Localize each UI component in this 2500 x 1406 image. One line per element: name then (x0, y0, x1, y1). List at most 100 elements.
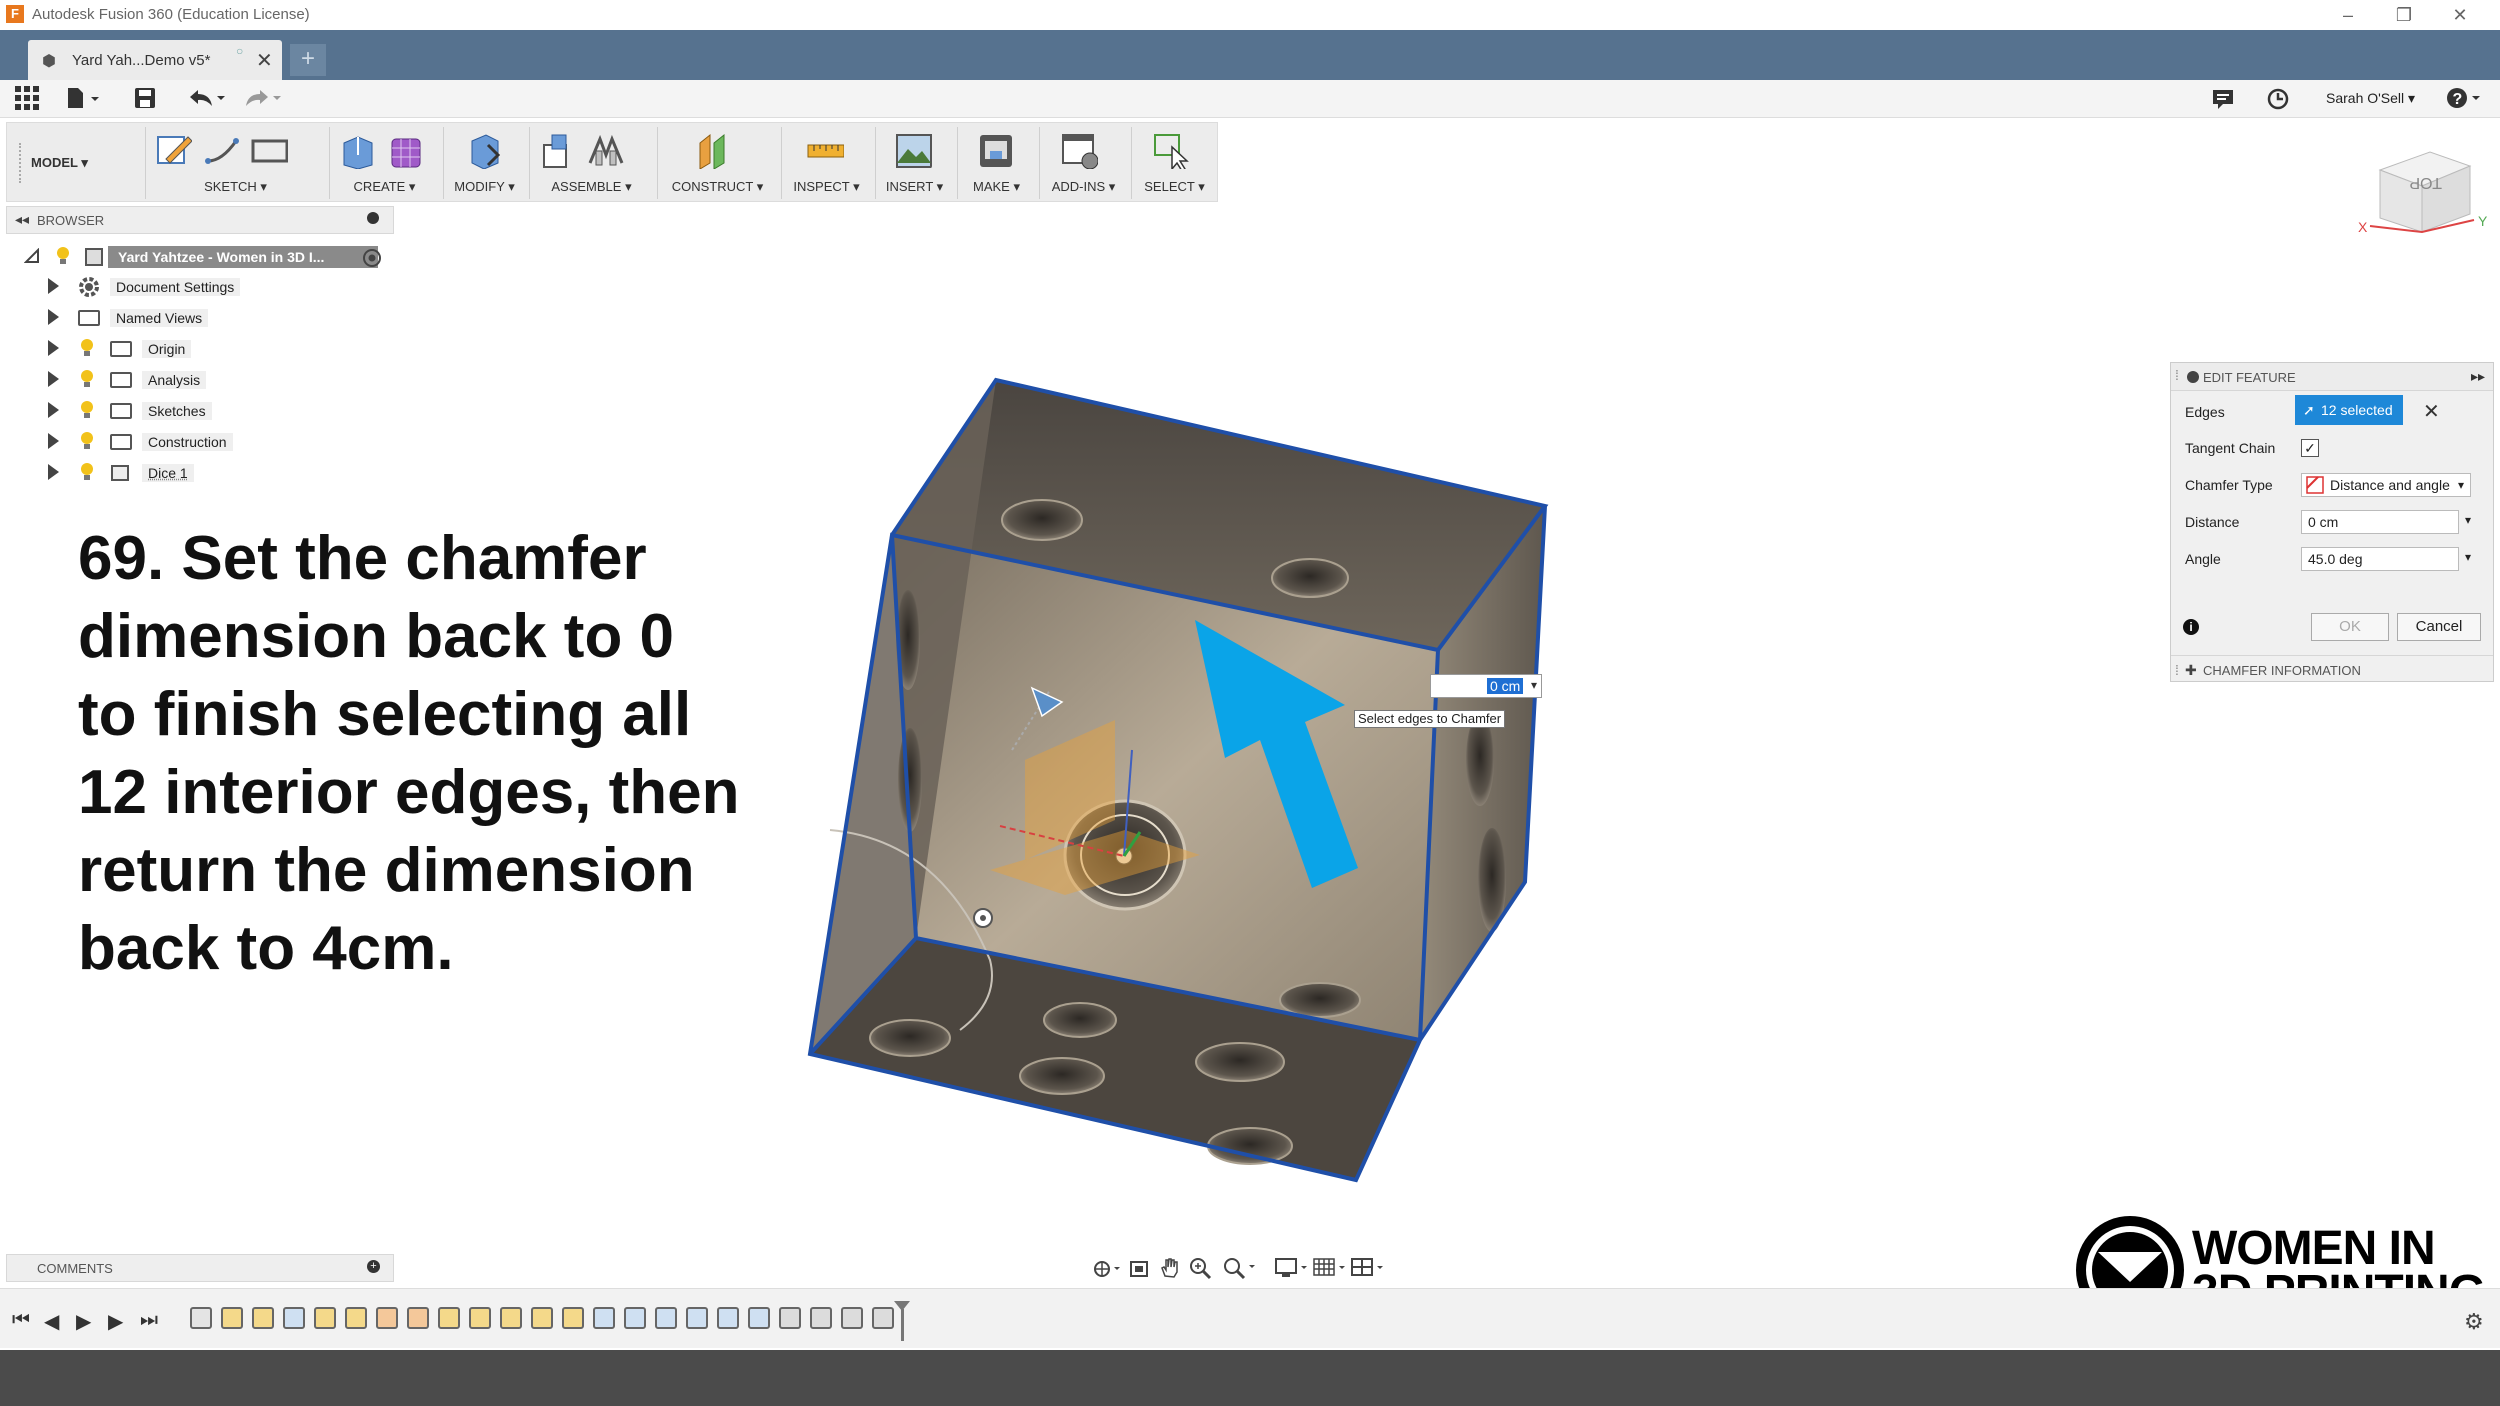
timeline-feature-icon[interactable] (345, 1307, 367, 1329)
select-menu-label[interactable]: SELECT ▾ (1132, 179, 1217, 195)
line-icon[interactable] (202, 131, 240, 169)
timeline-feature-icon[interactable] (624, 1307, 646, 1329)
notifications-icon[interactable] (2212, 88, 2236, 116)
browser-item-dice-1[interactable]: Dice 1 (48, 460, 388, 486)
angle-field[interactable]: 45.0 deg (2301, 547, 2459, 571)
undo-icon[interactable] (186, 88, 226, 114)
add-comment-icon[interactable]: + (367, 1260, 380, 1273)
browser-item-construction[interactable]: Construction (48, 429, 388, 455)
browser-item-origin[interactable]: Origin (48, 336, 388, 362)
timeline-feature-icon[interactable] (500, 1307, 522, 1329)
data-panel-grid-icon[interactable] (14, 85, 40, 117)
toolbar-group-create[interactable]: CREATE ▾ (329, 127, 439, 199)
timeline-feature-icon[interactable] (810, 1307, 832, 1329)
timeline-feature-icon[interactable] (438, 1307, 460, 1329)
minimize-button[interactable]: – (2328, 2, 2368, 28)
extrude-icon[interactable] (338, 131, 376, 169)
visibility-bulb-icon[interactable] (80, 462, 94, 480)
look-at-icon[interactable] (1128, 1258, 1152, 1280)
tangent-chain-checkbox[interactable]: ✓ (2301, 439, 2319, 457)
timeline-feature-icon[interactable] (531, 1307, 553, 1329)
toolbar-group-sketch[interactable]: SKETCH ▾ (145, 127, 325, 199)
rectangle-icon[interactable] (250, 131, 288, 169)
minus-circle-icon[interactable] (2187, 371, 2199, 383)
user-account-menu[interactable]: Sarah O'Sell ▾ (2326, 90, 2415, 107)
expand-triangle-icon[interactable] (48, 371, 59, 387)
expand-triangle-icon[interactable] (48, 309, 59, 325)
expand-triangle-icon[interactable] (48, 433, 59, 449)
chamfer-information-section[interactable]: ⁞ ✚ CHAMFER INFORMATION (2171, 655, 2493, 683)
timeline-feature-icon[interactable] (779, 1307, 801, 1329)
browser-item-named-views[interactable]: Named Views (48, 305, 388, 331)
joint-icon[interactable] (586, 131, 624, 169)
timeline-feature-icon[interactable] (655, 1307, 677, 1329)
timeline-feature-icon[interactable] (686, 1307, 708, 1329)
timeline-feature-icon[interactable] (593, 1307, 615, 1329)
timeline-feature-icon[interactable] (252, 1307, 274, 1329)
press-pull-icon[interactable] (464, 131, 502, 169)
inspect-menu-label[interactable]: INSPECT ▾ (782, 179, 871, 195)
modify-menu-label[interactable]: MODIFY ▾ (444, 179, 525, 195)
distance-dimension-input[interactable]: 0 cm ▾ (1430, 674, 1542, 698)
angle-dropdown-icon[interactable]: ▾ (2465, 550, 2471, 564)
timeline-settings-gear-icon[interactable]: ⚙ (2464, 1309, 2484, 1335)
ok-button[interactable]: OK (2311, 613, 2389, 641)
zoom-icon[interactable] (1188, 1256, 1214, 1280)
3d-print-icon[interactable] (976, 131, 1014, 169)
info-icon[interactable]: i (2183, 619, 2199, 635)
step-forward-icon[interactable]: ▶ (108, 1309, 123, 1334)
dimension-dropdown-icon[interactable]: ▾ (1531, 678, 1537, 692)
collapse-triangle-icon[interactable] (24, 248, 40, 264)
toolbar-group-assemble[interactable]: ASSEMBLE ▾ (529, 127, 653, 199)
browser-options-icon[interactable] (367, 212, 379, 224)
distance-dropdown-icon[interactable]: ▾ (2465, 513, 2471, 527)
timeline-feature-icon[interactable] (872, 1307, 894, 1329)
step-back-icon[interactable]: ◀ (44, 1309, 59, 1334)
job-status-clock-icon[interactable] (2266, 87, 2290, 117)
comments-panel-header[interactable]: COMMENTS + (6, 1254, 394, 1282)
timeline-feature-icon[interactable] (283, 1307, 305, 1329)
new-tab-button[interactable]: + (290, 44, 326, 76)
expand-dialog-icon[interactable]: ▸▸ (2471, 368, 2485, 385)
insert-menu-label[interactable]: INSERT ▾ (876, 179, 953, 195)
timeline-feature-icon[interactable] (562, 1307, 584, 1329)
distance-field[interactable]: 0 cm (2301, 510, 2459, 534)
plus-circle-icon[interactable]: ✚ (2185, 662, 2197, 679)
create-sketch-icon[interactable] (154, 131, 192, 169)
sketch-menu-label[interactable]: SKETCH ▾ (146, 179, 325, 195)
timeline-feature-icon[interactable] (314, 1307, 336, 1329)
offset-plane-icon[interactable] (694, 131, 732, 169)
select-cursor-icon[interactable] (1152, 131, 1190, 169)
browser-item-document-settings[interactable]: Document Settings (48, 274, 388, 300)
workspace-switcher[interactable]: MODEL ▾ (31, 155, 88, 171)
measure-icon[interactable] (806, 131, 844, 169)
timeline-feature-icon[interactable] (407, 1307, 429, 1329)
visibility-bulb-icon[interactable] (80, 369, 94, 387)
restore-button[interactable]: ❐ (2384, 2, 2424, 28)
make-menu-label[interactable]: MAKE ▾ (958, 179, 1035, 195)
fit-zoom-icon[interactable] (1222, 1256, 1258, 1280)
activate-component-icon[interactable] (362, 248, 382, 268)
insert-image-icon[interactable] (894, 131, 932, 169)
browser-panel-header[interactable]: ◂◂ BROWSER (6, 206, 394, 234)
timeline-feature-icon[interactable] (841, 1307, 863, 1329)
visibility-bulb-icon[interactable] (80, 431, 94, 449)
grid-snaps-icon[interactable] (1312, 1257, 1348, 1279)
new-component-icon[interactable] (538, 131, 576, 169)
help-icon[interactable]: ? (2446, 87, 2486, 117)
timeline-feature-icon[interactable] (221, 1307, 243, 1329)
toolbar-group-construct[interactable]: CONSTRUCT ▾ (657, 127, 777, 199)
expand-triangle-icon[interactable] (48, 464, 59, 480)
timeline-marker[interactable] (892, 1299, 912, 1343)
go-to-start-icon[interactable]: ⏮ (12, 1309, 30, 1332)
viewcube[interactable]: TOP X Y (2340, 140, 2500, 250)
scripts-add-ins-icon[interactable] (1060, 131, 1098, 169)
toolbar-group-modify[interactable]: MODIFY ▾ (443, 127, 525, 199)
clear-selection-icon[interactable]: ✕ (2423, 399, 2440, 424)
visibility-bulb-icon[interactable] (80, 338, 94, 356)
viewports-icon[interactable] (1350, 1257, 1386, 1279)
create-menu-label[interactable]: CREATE ▾ (330, 179, 439, 195)
play-icon[interactable]: ▶ (76, 1309, 91, 1334)
expand-triangle-icon[interactable] (48, 340, 59, 356)
construct-menu-label[interactable]: CONSTRUCT ▾ (658, 179, 777, 195)
